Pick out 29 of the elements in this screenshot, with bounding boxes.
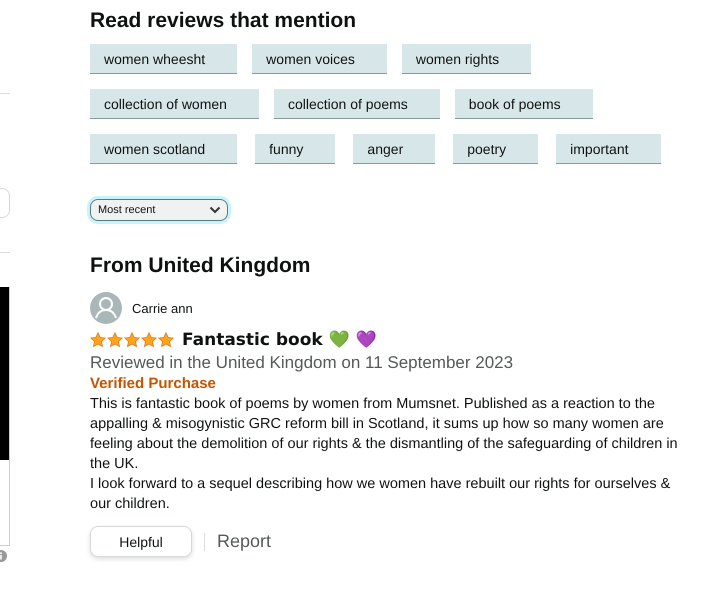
star-icon (107, 332, 123, 348)
avatar-icon (90, 292, 122, 324)
star-icon (141, 332, 157, 348)
filter-chip[interactable]: women rights (402, 44, 532, 74)
author-name: Carrie ann (132, 300, 193, 316)
filter-chip[interactable]: anger (353, 134, 436, 164)
review-text: I look forward to a sequel describing how we women have rebuilt our rights for ourselves & our children. (90, 475, 672, 514)
section-heading: Read reviews that mention (90, 9, 358, 33)
filter-chip[interactable]: women wheesht (90, 44, 238, 74)
filter-chip[interactable]: book of poems (454, 89, 593, 119)
filter-chip[interactable]: collection of women (90, 89, 259, 119)
report-link[interactable]: Report (217, 531, 272, 552)
review-text: This is fantastic book of poems by women from Mumsnet. Published as a reaction to the appalling & misogynistic GRC reform bill in Scotland, it sums up how so many women are feeling about the demolition of our rights & the dismantling of the safeguarding of children in the UK. (90, 395, 679, 474)
filter-chip[interactable]: funny (255, 134, 336, 164)
sort-dropdown[interactable]: Most recent (90, 199, 228, 221)
star-icon (90, 332, 106, 348)
section-heading: From United Kingdom (90, 254, 312, 278)
star-icon (124, 332, 140, 348)
verified-purchase-label: Verified Purchase (90, 375, 216, 392)
filter-chip[interactable]: women scotland (90, 134, 238, 164)
caret-icon (209, 206, 221, 214)
star-icon (158, 332, 174, 348)
filter-chip[interactable]: women voices (252, 44, 387, 74)
review-date: Reviewed in the United Kingdom on 11 September 2023 (90, 352, 514, 374)
filter-chip[interactable]: poetry (453, 134, 538, 164)
review-title[interactable]: Fantastic book 💚 💜 (182, 329, 377, 350)
filter-chip[interactable]: important (556, 134, 661, 164)
filter-chip[interactable]: collection of poems (274, 89, 440, 119)
helpful-button[interactable]: Helpful (90, 526, 192, 557)
